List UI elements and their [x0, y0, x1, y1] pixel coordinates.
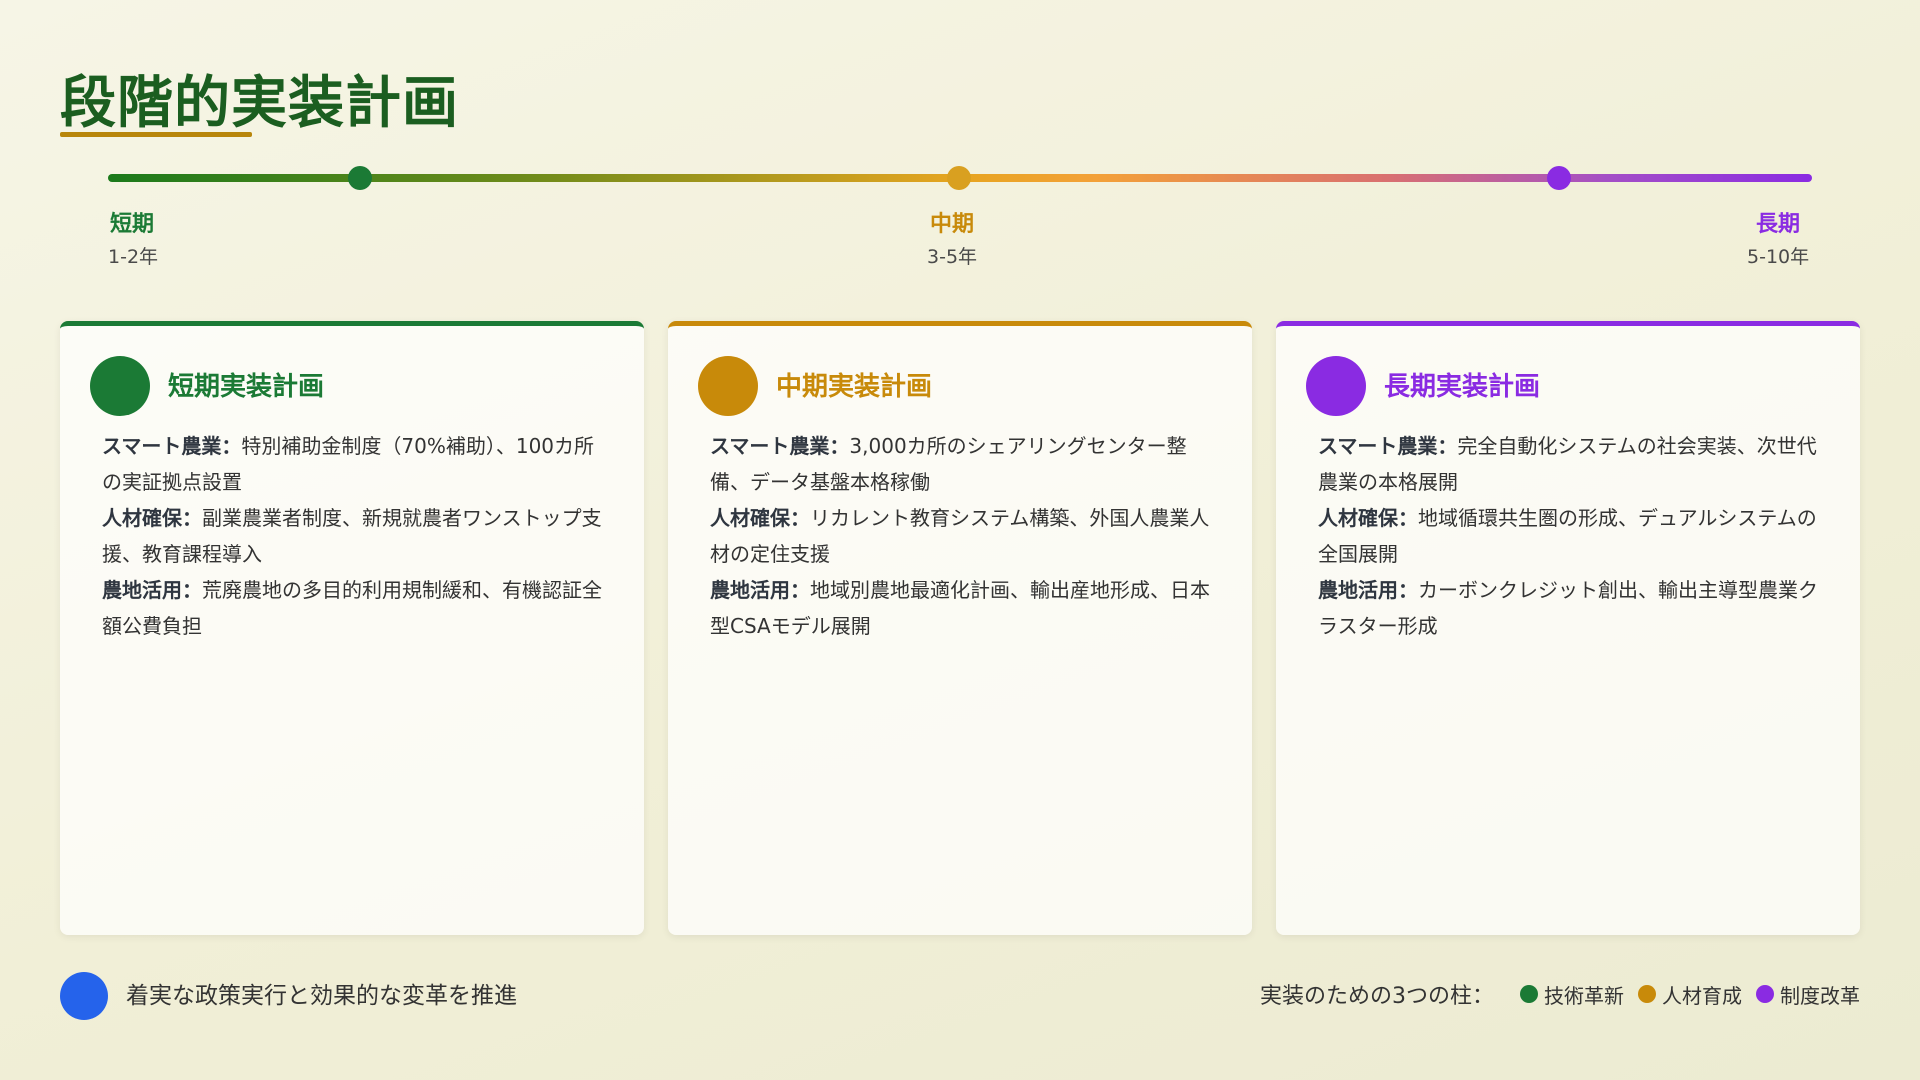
- card-title: 中期実装計画: [776, 372, 933, 402]
- pillar-label: 人材育成: [1662, 983, 1742, 1008]
- pillar-label: 技術革新: [1544, 983, 1624, 1008]
- card-item-farmland: 農地活用：荒廃農地の多目的利用規制緩和、有機認証全額公費負担: [102, 578, 602, 638]
- card-body: スマート農業：3,000カ所のシェアリングセンター整備、データ基盤本格稼働 人材…: [710, 428, 1218, 644]
- card-item-smart-agri: スマート農業：3,000カ所のシェアリングセンター整備、データ基盤本格稼働: [710, 434, 1187, 494]
- timeline-dot-mid: [947, 166, 971, 190]
- timeline-range-mid: 3-5年: [927, 246, 978, 268]
- card-circle-icon: [698, 356, 758, 416]
- pillar-dot-icon: [1638, 985, 1656, 1003]
- card-mid-term: 中期実装計画 スマート農業：3,000カ所のシェアリングセンター整備、データ基盤…: [668, 321, 1252, 935]
- timeline-dot-long: [1547, 166, 1571, 190]
- timeline-label-short: 短期: [110, 212, 155, 237]
- card-item-human-resources: 人材確保：リカレント教育システム構築、外国人農業人材の定住支援: [710, 506, 1210, 566]
- card-item-farmland: 農地活用：地域別農地最適化計画、輸出産地形成、日本型CSAモデル展開: [710, 578, 1210, 638]
- card-item-human-resources: 人材確保：副業農業者制度、新規就農者ワンストップ支援、教育課程導入: [102, 506, 602, 566]
- pillars-label: 実装のための3つの柱：: [1260, 984, 1494, 1009]
- footer-circle-icon: [60, 972, 108, 1020]
- timeline-range-long: 5-10年: [1747, 246, 1810, 268]
- timeline-label-mid: 中期: [930, 212, 975, 237]
- pillar-tech: 技術革新: [1520, 980, 1624, 1009]
- card-item-smart-agri: スマート農業：完全自動化システムの社会実装、次世代農業の本格展開: [1318, 434, 1817, 494]
- card-circle-icon: [90, 356, 150, 416]
- pillar-people: 人材育成: [1638, 980, 1742, 1009]
- pillars-legend: 実装のための3つの柱： 技術革新 人材育成 制度改革: [1260, 978, 1860, 1010]
- card-item-smart-agri: スマート農業：特別補助金制度（70%補助）、100カ所の実証拠点設置: [102, 434, 595, 494]
- card-long-term: 長期実装計画 スマート農業：完全自動化システムの社会実装、次世代農業の本格展開 …: [1276, 321, 1860, 935]
- title-underline: [60, 132, 252, 137]
- pillar-policy: 制度改革: [1756, 980, 1860, 1009]
- card-circle-icon: [1306, 356, 1366, 416]
- card-body: スマート農業：完全自動化システムの社会実装、次世代農業の本格展開 人材確保：地域…: [1318, 428, 1826, 644]
- timeline-label-long: 長期: [1756, 212, 1801, 237]
- timeline-range-short: 1-2年: [108, 246, 159, 268]
- card-title: 短期実装計画: [168, 372, 325, 402]
- card-title: 長期実装計画: [1384, 372, 1541, 402]
- pillar-dot-icon: [1756, 985, 1774, 1003]
- card-item-human-resources: 人材確保：地域循環共生圏の形成、デュアルシステムの全国展開: [1318, 506, 1817, 566]
- timeline-dot-short: [348, 166, 372, 190]
- card-item-farmland: 農地活用：カーボンクレジット創出、輸出主導型農業クラスター形成: [1318, 578, 1818, 638]
- card-body: スマート農業：特別補助金制度（70%補助）、100カ所の実証拠点設置 人材確保：…: [102, 428, 610, 644]
- pillar-label: 制度改革: [1780, 983, 1860, 1008]
- pillar-dot-icon: [1520, 985, 1538, 1003]
- card-short-term: 短期実装計画 スマート農業：特別補助金制度（70%補助）、100カ所の実証拠点設…: [60, 321, 644, 935]
- footer-message: 着実な政策実行と効果的な変革を推進: [126, 983, 517, 1009]
- page-title: 段階的実装計画: [60, 71, 459, 136]
